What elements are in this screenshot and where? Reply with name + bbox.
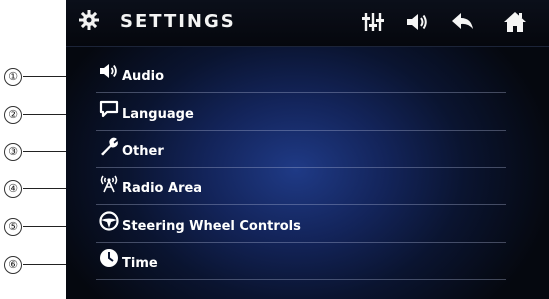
page-title: SETTINGS [120,11,236,32]
callout-number: ③ [4,143,22,161]
menu-item-label: Radio Area [122,181,203,196]
callout-line [23,114,70,115]
callout-5: ⑤ [4,218,74,238]
callout-4: ④ [4,180,74,200]
volume-icon[interactable] [404,9,430,35]
callout-line [23,188,70,189]
callout-6: ⑥ [4,256,74,276]
menu-item-language[interactable]: Language [96,94,506,131]
menu-item-label: Time [122,256,158,271]
menu-item-audio[interactable]: Audio [96,56,506,93]
menu-item-label: Language [122,107,194,122]
home-icon[interactable] [502,9,528,35]
gear-icon [78,9,100,31]
callout-number: ④ [4,180,22,198]
callout-line [23,226,70,227]
callout-line [23,264,70,265]
callout-line [23,76,70,77]
wrench-icon [98,135,120,157]
callout-column: ① ② ③ ④ ⑤ ⑥ [0,0,70,299]
back-icon[interactable] [449,9,475,35]
equalizer-icon[interactable] [360,9,386,35]
clock-icon [98,247,120,269]
antenna-icon [98,172,120,194]
menu-item-label: Steering Wheel Controls [122,219,301,234]
callout-number: ② [4,106,22,124]
callout-2: ② [4,106,74,126]
callout-1: ① [4,68,74,88]
callout-line [23,151,70,152]
callout-number: ⑥ [4,256,22,274]
menu-item-other[interactable]: Other [96,131,506,168]
header-bar: SETTINGS [66,0,549,47]
speaker-icon [98,60,120,82]
speech-bubble-icon [98,98,120,120]
callout-3: ③ [4,143,74,163]
steering-wheel-icon [98,210,120,232]
callout-number: ⑤ [4,218,22,236]
menu-item-steering-wheel-controls[interactable]: Steering Wheel Controls [96,206,506,243]
menu-item-radio-area[interactable]: Radio Area [96,168,506,205]
callout-number: ① [4,68,22,86]
menu-item-label: Audio [122,69,165,84]
menu-item-label: Other [122,144,164,159]
settings-screen: SETTINGS Audio Language Other Radio Area… [66,0,549,299]
menu-item-time[interactable]: Time [96,243,506,280]
